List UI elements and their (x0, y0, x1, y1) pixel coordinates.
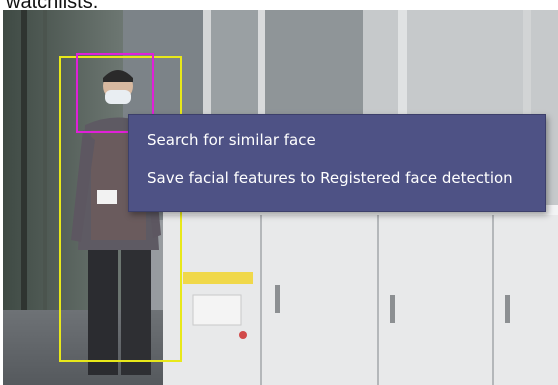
camera-video-frame[interactable]: Search for similar face Save facial feat… (3, 10, 558, 385)
menu-item-save-facial-features[interactable]: Save facial features to Registered face … (129, 163, 545, 201)
screenshot-page: watchlists. Search for similar face Save… (0, 0, 558, 385)
menu-item-search-similar-face[interactable]: Search for similar face (129, 125, 545, 163)
context-menu: Search for similar face Save facial feat… (128, 114, 546, 212)
